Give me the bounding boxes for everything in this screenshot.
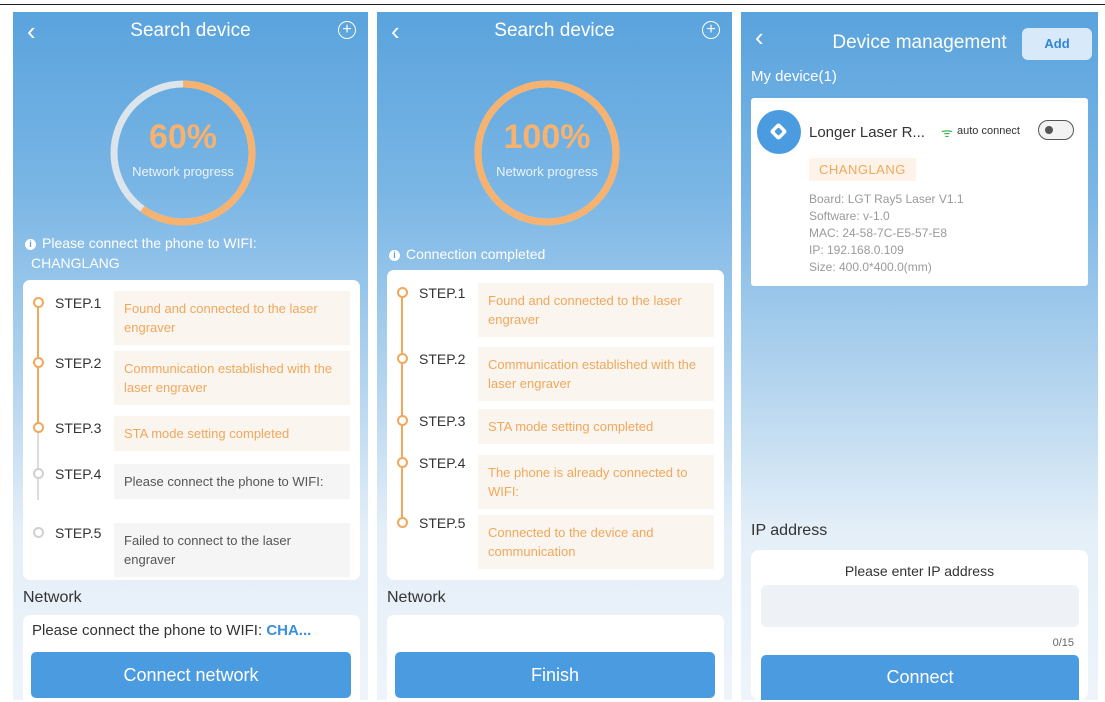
steps-card: STEP.1 Found and connected to the laser … bbox=[387, 270, 724, 580]
device-software: Software: v-1.0 bbox=[809, 209, 890, 223]
step-dot bbox=[397, 415, 408, 426]
my-device-heading: My device(1) bbox=[751, 68, 837, 85]
cube-icon bbox=[769, 122, 788, 141]
progress-percent: 60% bbox=[148, 118, 218, 156]
step-text: Found and connected to the laser engrave… bbox=[114, 291, 350, 345]
finish-button[interactable]: Finish bbox=[395, 652, 715, 698]
step-dot bbox=[397, 457, 408, 468]
device-name: Longer Laser R... bbox=[809, 124, 925, 141]
progress-percent: 100% bbox=[503, 118, 591, 156]
step-text: STA mode setting completed bbox=[114, 416, 350, 451]
step-dot bbox=[397, 287, 408, 298]
connection-status: i Connection completed bbox=[389, 244, 545, 264]
step-label: STEP.2 bbox=[419, 351, 466, 367]
ip-address-card: Please enter IP address 0/15 Connect bbox=[751, 550, 1088, 700]
info-text: Connection completed bbox=[406, 246, 546, 262]
plus-circle-icon[interactable]: + bbox=[702, 21, 720, 39]
step-text: Communication established with the laser… bbox=[114, 351, 350, 405]
search-device-panel-complete: ‹ Search device + 100% Network progress … bbox=[377, 12, 732, 700]
network-progress-ring: 100% Network progress bbox=[472, 78, 622, 228]
wifi-icon: ᯤ bbox=[941, 125, 953, 140]
step-dot bbox=[33, 422, 44, 433]
info-ssid: CHANGLANG bbox=[31, 255, 120, 271]
step-dot bbox=[33, 527, 44, 538]
step-dot bbox=[397, 517, 408, 528]
top-border-line bbox=[0, 4, 1105, 5]
info-text: Please connect the phone to WIFI: bbox=[42, 235, 257, 251]
step-label: STEP.4 bbox=[55, 466, 102, 482]
step-label: STEP.1 bbox=[55, 295, 102, 311]
step-dot bbox=[33, 468, 44, 479]
step-text: Please connect the phone to WIFI: bbox=[114, 464, 350, 499]
step-dot bbox=[397, 353, 408, 364]
auto-connect-toggle[interactable] bbox=[1038, 120, 1074, 140]
network-ssid: CHA... bbox=[266, 622, 312, 639]
device-mac: MAC: 24-58-7C-E5-57-E8 bbox=[809, 226, 948, 240]
device-card[interactable]: Longer Laser R... ᯤ auto connect CHANGLA… bbox=[751, 98, 1088, 286]
step-text: The phone is already connected to WIFI: bbox=[478, 455, 714, 509]
device-management-panel: ‹ Device management Add My device(1) Lon… bbox=[741, 12, 1098, 700]
step-label: STEP.3 bbox=[419, 413, 466, 429]
step-text: Failed to connect to the laser engraver bbox=[114, 523, 350, 577]
step-dot bbox=[33, 297, 44, 308]
network-progress-ring: 60% Network progress bbox=[108, 78, 258, 228]
add-device-button[interactable]: Add bbox=[1022, 28, 1092, 60]
progress-label: Network progress bbox=[132, 164, 234, 179]
page-title: Search device bbox=[130, 20, 251, 41]
ip-address-input[interactable] bbox=[761, 585, 1079, 627]
step-text: STA mode setting completed bbox=[478, 409, 714, 444]
ip-prompt: Please enter IP address bbox=[844, 563, 995, 579]
info-icon: i bbox=[25, 239, 36, 250]
connect-network-button[interactable]: Connect network bbox=[31, 652, 351, 698]
ssid-tag: CHANGLANG bbox=[809, 158, 916, 181]
step-label: STEP.1 bbox=[419, 285, 466, 301]
plus-circle-icon[interactable]: + bbox=[338, 21, 356, 39]
step-label: STEP.3 bbox=[55, 420, 102, 436]
timeline-pending bbox=[37, 428, 39, 500]
step-text: Connected to the device and communicatio… bbox=[478, 515, 714, 569]
timeline-done bbox=[401, 292, 403, 522]
step-label: STEP.5 bbox=[55, 525, 102, 541]
device-board: Board: LGT Ray5 Laser V1.1 bbox=[809, 192, 964, 206]
wifi-instruction: i Please connect the phone to WIFI: CHANG… bbox=[25, 233, 257, 273]
network-title: Network bbox=[387, 589, 446, 606]
page-title: Search device bbox=[494, 20, 615, 41]
step-dot bbox=[33, 357, 44, 368]
info-icon: i bbox=[389, 250, 400, 261]
step-text: Found and connected to the laser engrave… bbox=[478, 283, 714, 337]
toggle-knob bbox=[1045, 126, 1053, 134]
steps-card: STEP.1 Found and connected to the laser … bbox=[23, 280, 360, 580]
device-size: Size: 400.0*400.0(mm) bbox=[809, 260, 932, 274]
network-status: Please connect the phone to WIFI: CHA... bbox=[32, 622, 311, 639]
progress-label: Network progress bbox=[496, 164, 598, 179]
step-label: STEP.4 bbox=[419, 455, 466, 471]
search-device-panel-progress-60: ‹ Search device + 60% Network progress i… bbox=[13, 12, 368, 700]
step-label: STEP.2 bbox=[55, 355, 102, 371]
network-title: Network bbox=[23, 589, 82, 606]
step-label: STEP.5 bbox=[419, 515, 466, 531]
device-ip: IP: 192.168.0.109 bbox=[809, 243, 904, 257]
connect-button[interactable]: Connect bbox=[761, 655, 1079, 700]
ip-char-counter: 0/15 bbox=[1052, 637, 1074, 649]
auto-connect-label: auto connect bbox=[957, 125, 1020, 137]
network-text: Please connect the phone to WIFI: bbox=[32, 622, 267, 639]
device-avatar bbox=[757, 110, 801, 154]
step-text: Communication established with the laser… bbox=[478, 347, 714, 401]
ip-address-title: IP address bbox=[751, 522, 828, 539]
